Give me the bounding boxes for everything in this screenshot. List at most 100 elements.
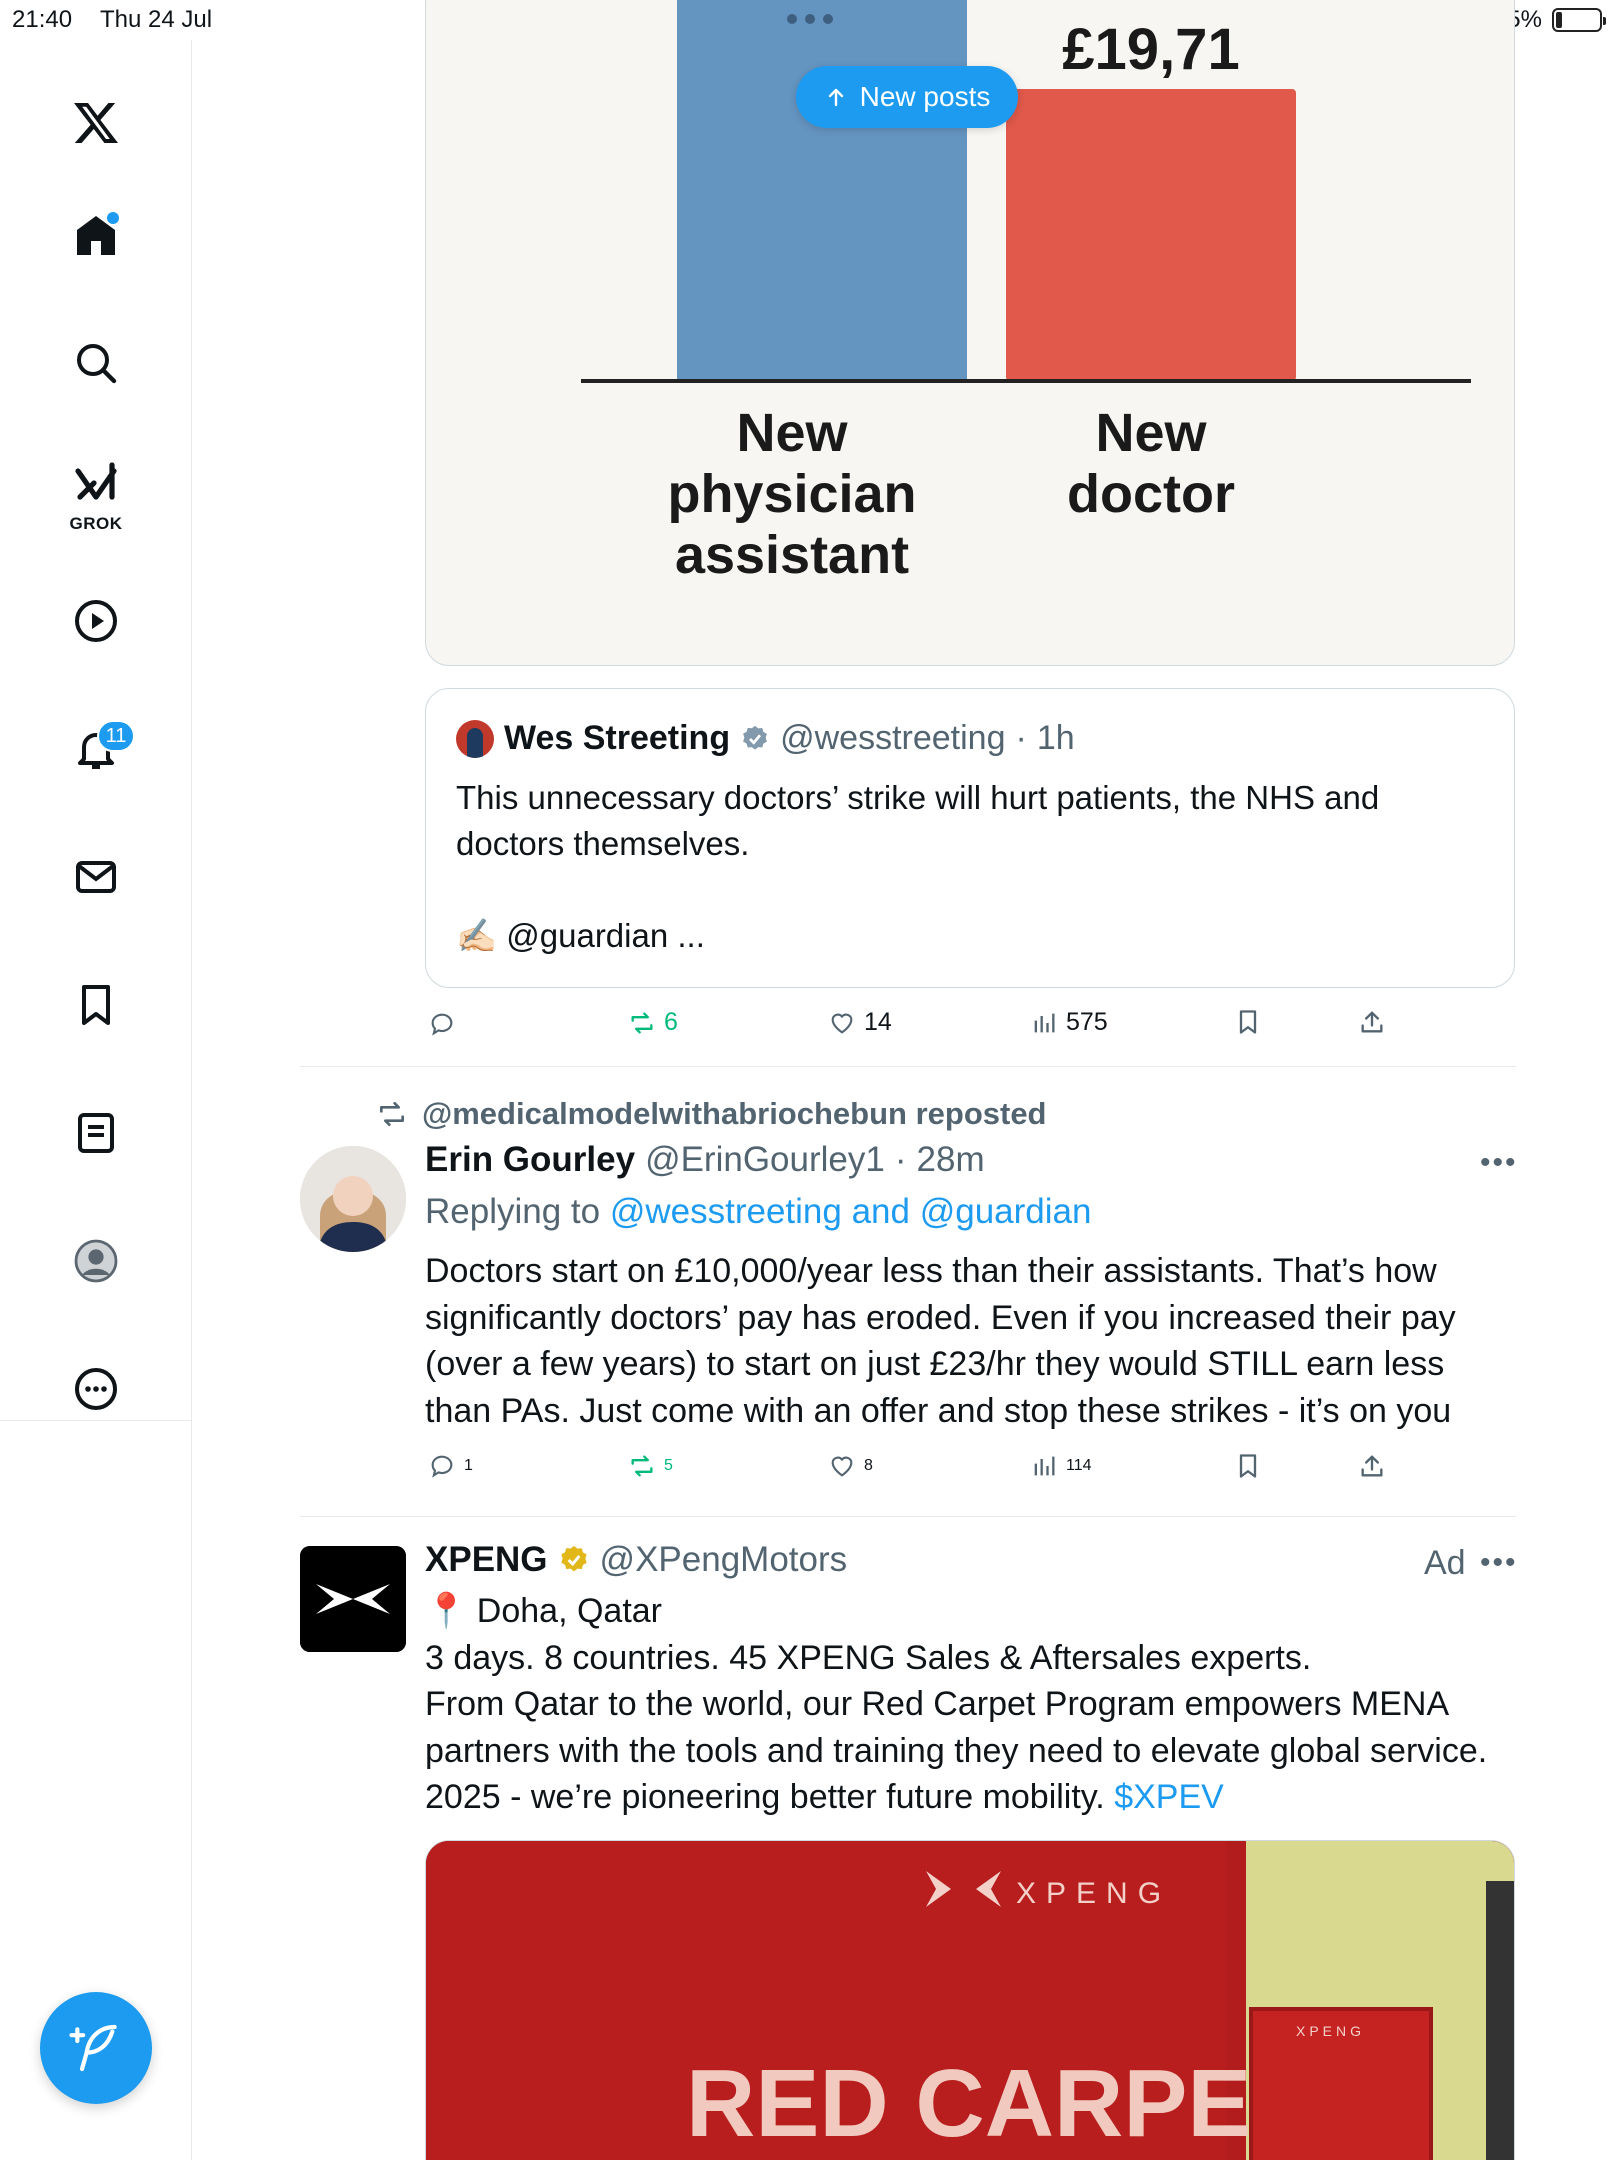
profile-avatar-icon[interactable]	[63, 1228, 129, 1294]
like-button[interactable]: 8	[828, 1452, 873, 1480]
repost-banner[interactable]: @medicalmodelwithabriochebun reposted	[376, 1096, 1047, 1132]
views-count: 114	[1066, 1457, 1092, 1474]
post-text-line: 2025 - we’re pioneering better future mo…	[425, 1774, 1515, 1821]
reply-icon	[431, 1455, 453, 1478]
more-options-icon[interactable]	[63, 1356, 129, 1422]
quoted-post-time: 1h	[1036, 719, 1075, 757]
post-text-line: From Qatar to the world, our Red Carpet …	[425, 1685, 1450, 1723]
bookmark-icon	[1239, 1010, 1257, 1034]
chart-value-label: £19,71	[1062, 17, 1239, 82]
grok-icon[interactable]: GROK	[63, 452, 129, 533]
separator-dot: ·	[894, 1140, 907, 1179]
ad-media-image[interactable]: XPENG RED CARPET XPENG	[425, 1840, 1515, 2160]
share-button[interactable]	[1358, 1452, 1386, 1480]
repost-button[interactable]: 5	[628, 1452, 673, 1480]
post3-header: XPENG @XPengMotors	[425, 1540, 847, 1580]
x-logo-icon[interactable]	[63, 90, 129, 156]
author-name[interactable]: Erin Gourley	[425, 1140, 635, 1180]
separator-dot: ·	[1015, 719, 1027, 757]
heart-icon	[831, 1456, 853, 1477]
quoted-post-header: Wes Streeting @wesstreeting · 1h	[456, 719, 1075, 758]
notifications-bell-icon[interactable]: 11	[63, 716, 135, 782]
replying-targets-link[interactable]: @wesstreeting and @guardian	[610, 1192, 1092, 1231]
new-posts-button[interactable]: New posts	[796, 66, 1018, 128]
author-handle[interactable]: @ErinGourley1	[645, 1140, 885, 1180]
author-avatar[interactable]	[300, 1146, 406, 1252]
reply-count: 1	[464, 1457, 473, 1474]
quoted-author-name[interactable]: Wes Streeting	[504, 719, 730, 758]
replying-prefix: Replying to	[425, 1192, 601, 1231]
chart-category-label: physician	[667, 464, 916, 524]
repost-button[interactable]: 6	[628, 1008, 678, 1037]
chart-bar	[1006, 89, 1296, 381]
home-icon[interactable]	[63, 202, 129, 268]
battery-icon	[1552, 8, 1606, 32]
bookmarks-icon[interactable]	[63, 972, 129, 1038]
share-icon	[1361, 1011, 1383, 1033]
more-options-button[interactable]: •••	[1480, 1146, 1518, 1180]
chart-category-label: New	[1095, 403, 1207, 463]
ad-label: Ad	[1424, 1544, 1466, 1582]
post-text-line: partners with the tools and training the…	[425, 1731, 1488, 1770]
quoted-text-line: ✍🏻 @guardian ...	[456, 917, 705, 954]
post-text-line: Doctors start on £10,000/year less than …	[425, 1252, 1437, 1290]
views-button[interactable]: 114	[1030, 1452, 1092, 1480]
xpeng-logo-avatar[interactable]	[300, 1546, 406, 1652]
video-play-icon[interactable]	[63, 588, 129, 654]
post-text-line: (over a few years) to start on just £23/…	[425, 1345, 1445, 1383]
reply-button[interactable]	[428, 1010, 464, 1038]
cashtag-link[interactable]: $XPEV	[1114, 1778, 1224, 1816]
status-date: Thu 24 Jul	[100, 6, 213, 33]
new-posts-label: New posts	[859, 81, 991, 112]
chart-category-label: assistant	[675, 525, 909, 585]
xpeng-logo-icon	[300, 1546, 406, 1652]
views-count: 575	[1066, 1008, 1108, 1036]
repost-icon	[631, 1455, 653, 1477]
views-chart-icon	[1034, 1456, 1055, 1476]
verified-gold-badge-icon	[560, 1546, 587, 1572]
grok-label: GROK	[69, 514, 123, 533]
quoted-text-line: This unnecessary doctors’ strike will hu…	[456, 779, 1380, 816]
share-button[interactable]	[1358, 1008, 1386, 1036]
post-divider	[300, 1516, 1516, 1517]
post2-text: Doctors start on £10,000/year less than …	[425, 1248, 1515, 1434]
post-time: 28m	[916, 1140, 985, 1179]
location-line: 📍 Doha, Qatar	[425, 1588, 1515, 1635]
messages-envelope-icon[interactable]	[63, 844, 129, 910]
last-line-text: 2025 - we’re pioneering better future mo…	[425, 1778, 1115, 1816]
quoted-post[interactable]: Wes Streeting @wesstreeting · 1h This un…	[425, 688, 1515, 988]
quoted-post-text: This unnecessary doctors’ strike will hu…	[456, 775, 1476, 959]
ad-image-small-brand: XPENG	[1296, 2023, 1365, 2039]
quoted-text-line: doctors themselves.	[456, 825, 750, 862]
lists-icon[interactable]	[63, 1100, 129, 1166]
like-button[interactable]: 14	[828, 1008, 892, 1037]
chart-category-label: doctor	[1067, 464, 1235, 524]
search-icon[interactable]	[63, 330, 129, 396]
bookmark-icon	[1239, 1454, 1257, 1478]
post2-header: Erin Gourley @ErinGourley1 · 28m	[425, 1140, 985, 1180]
like-count: 8	[864, 1457, 873, 1474]
chart-category-label: New	[736, 403, 848, 463]
verified-badge-icon	[743, 725, 767, 750]
views-button[interactable]: 575	[1030, 1008, 1108, 1037]
post-text-line: significantly doctors’ pay has eroded. E…	[425, 1298, 1456, 1337]
compose-post-button[interactable]	[40, 1992, 152, 2104]
views-chart-icon	[1034, 1013, 1055, 1032]
author-name[interactable]: XPENG	[425, 1540, 548, 1580]
quoted-avatar[interactable]	[456, 719, 494, 758]
compose-feather-icon	[69, 2024, 117, 2072]
ad-image-brand: XPENG	[1016, 1877, 1171, 1910]
media-dots-indicator	[787, 14, 797, 24]
notifications-badge: 11	[97, 720, 135, 752]
repost-banner-text: @medicalmodelwithabriochebun reposted	[422, 1096, 1047, 1131]
location-text: Doha, Qatar	[476, 1592, 663, 1630]
reply-button[interactable]: 1	[428, 1452, 473, 1480]
media-dots-indicator	[805, 14, 815, 24]
post3-text: 📍 Doha, Qatar 3 days. 8 countries. 45 XP…	[425, 1588, 1515, 1821]
bookmark-button[interactable]	[1234, 1008, 1262, 1036]
author-handle[interactable]: @XPengMotors	[600, 1540, 848, 1580]
quoted-author-handle[interactable]: @wesstreeting	[780, 719, 1005, 758]
sidebar: GROK 11	[0, 40, 192, 2160]
more-options-button[interactable]: •••	[1480, 1546, 1518, 1580]
bookmark-button[interactable]	[1234, 1452, 1262, 1480]
